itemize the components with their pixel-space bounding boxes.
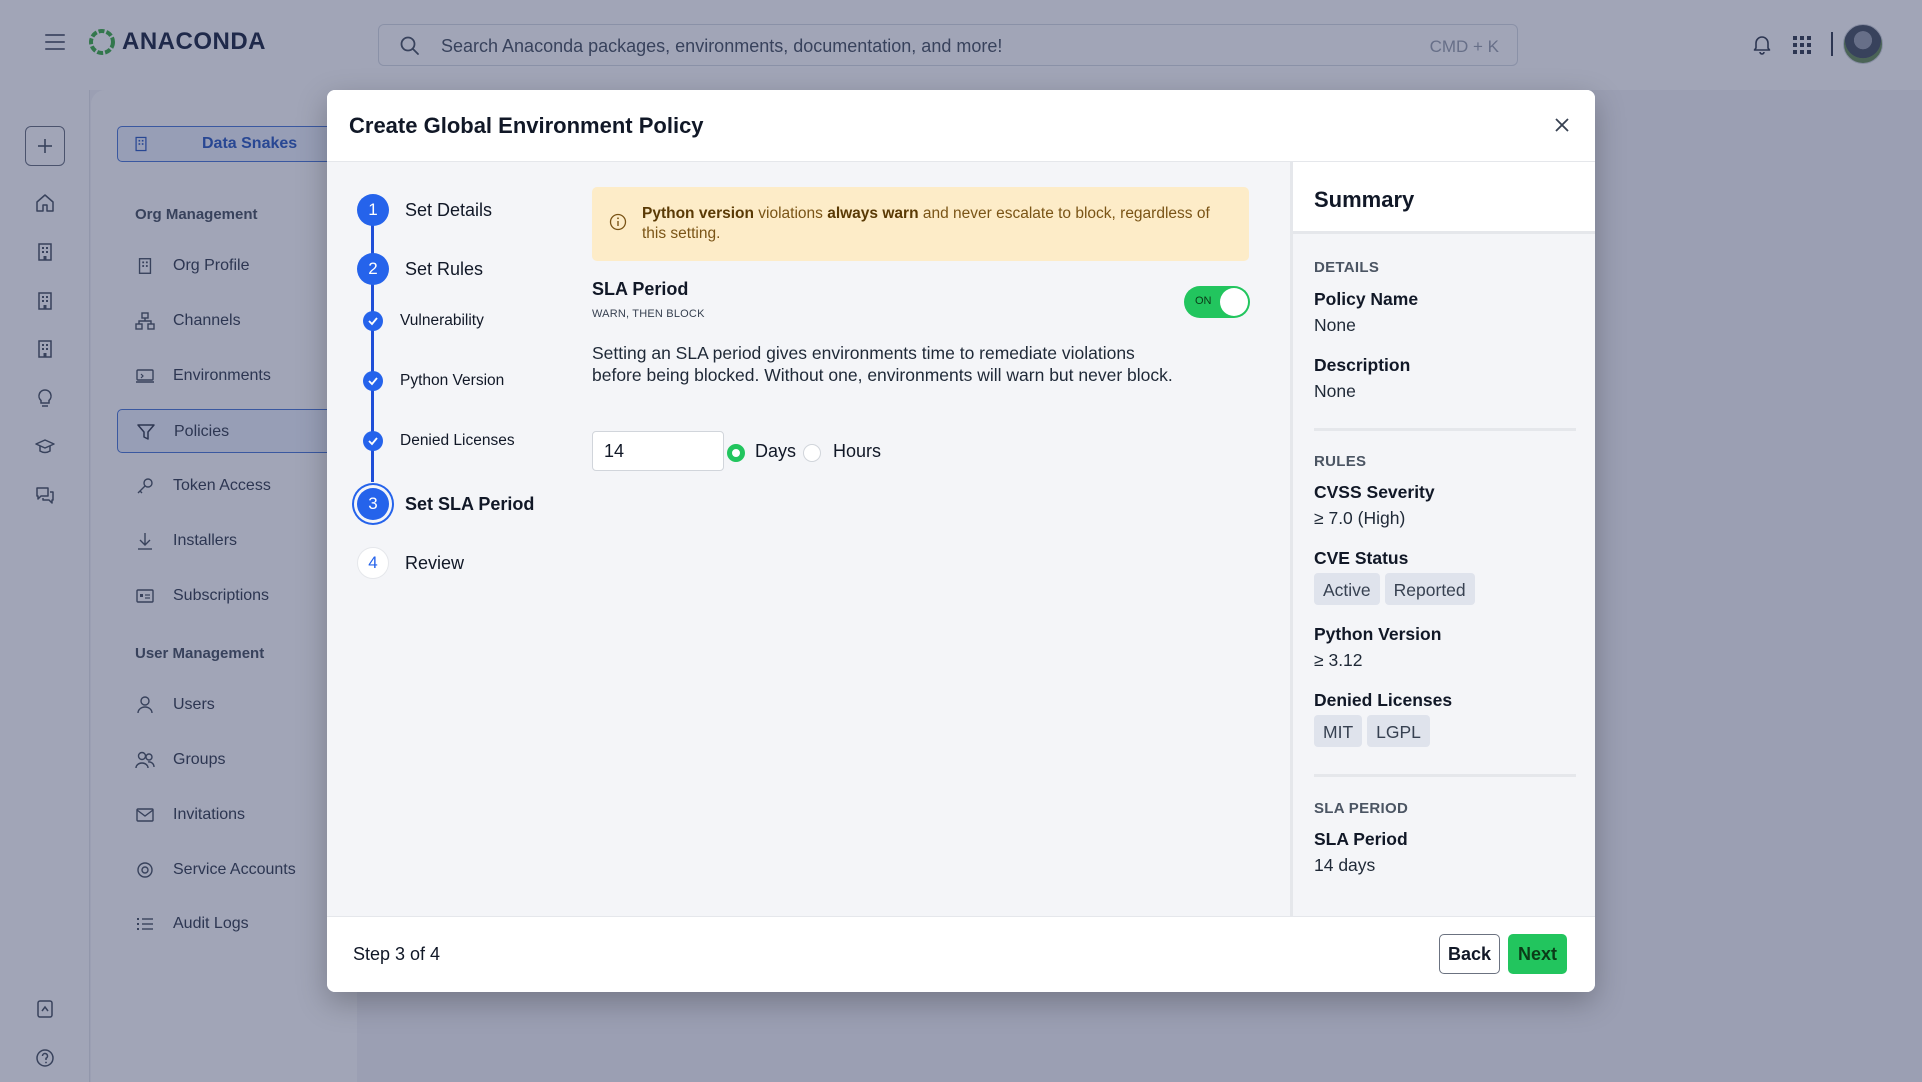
summary-cve-chips: Active Reported — [1314, 573, 1475, 605]
substep-python-version-check — [363, 371, 383, 391]
hours-radio[interactable] — [803, 444, 821, 462]
close-icon — [1555, 118, 1569, 132]
summary-cvss-label: CVSS Severity — [1314, 482, 1435, 502]
check-icon — [368, 377, 378, 386]
summary-python-label: Python Version — [1314, 624, 1442, 644]
chip-lgpl: LGPL — [1367, 715, 1430, 747]
modal-footer: Step 3 of 4 Back Next — [327, 916, 1595, 992]
chip-active: Active — [1314, 573, 1380, 605]
alert-text: Python version violations always warn an… — [642, 204, 1232, 244]
close-button[interactable] — [1549, 112, 1575, 138]
summary-licenses-label: Denied Licenses — [1314, 690, 1453, 710]
step-1-circle[interactable]: 1 — [357, 194, 389, 226]
summary-divider — [1314, 774, 1576, 777]
alert-text-1: violations — [753, 205, 828, 222]
substep-python-version[interactable]: Python Version — [400, 372, 504, 390]
summary-panel: Summary DETAILS Policy Name None Descrip… — [1290, 162, 1595, 916]
modal-title: Create Global Environment Policy — [349, 113, 704, 138]
summary-title: Summary — [1314, 187, 1415, 212]
days-radio-label[interactable]: Days — [755, 441, 796, 462]
create-policy-modal: Create Global Environment Policy 1 Set D… — [327, 90, 1595, 992]
summary-details-heading: DETAILS — [1314, 259, 1380, 276]
sla-duration-input[interactable] — [592, 431, 724, 471]
hours-radio-label[interactable]: Hours — [833, 441, 881, 462]
alert-bold-warn: always warn — [827, 205, 919, 222]
modal-header: Create Global Environment Policy — [327, 90, 1595, 162]
summary-sla-label: SLA Period — [1314, 829, 1408, 849]
substep-vulnerability[interactable]: Vulnerability — [400, 312, 484, 330]
next-button[interactable]: Next — [1508, 934, 1567, 974]
info-icon — [609, 213, 627, 231]
days-radio[interactable] — [727, 444, 745, 462]
step-4-label[interactable]: Review — [405, 553, 464, 574]
sla-step-content: Python version violations always warn an… — [592, 162, 1312, 916]
substep-denied-licenses-check — [363, 431, 383, 451]
python-version-warning: Python version violations always warn an… — [592, 187, 1249, 261]
substep-denied-licenses[interactable]: Denied Licenses — [400, 432, 515, 450]
step-4-circle[interactable]: 4 — [357, 547, 389, 579]
step-3-circle[interactable]: 3 — [357, 488, 389, 520]
step-3-label[interactable]: Set SLA Period — [405, 494, 534, 515]
check-icon — [368, 437, 378, 446]
summary-sla-value: 14 days — [1314, 855, 1376, 875]
toggle-knob — [1220, 288, 1248, 316]
chip-mit: MIT — [1314, 715, 1363, 747]
step-2-circle[interactable]: 2 — [357, 253, 389, 285]
toggle-label: ON — [1195, 295, 1212, 307]
step-2-label[interactable]: Set Rules — [405, 259, 483, 280]
substep-vulnerability-check — [363, 311, 383, 331]
step-indicator: Step 3 of 4 — [353, 944, 441, 964]
chip-reported: Reported — [1384, 573, 1475, 605]
summary-header: Summary — [1293, 162, 1595, 234]
sla-description: Setting an SLA period gives environments… — [592, 343, 1173, 385]
check-icon — [368, 317, 378, 326]
summary-sla-heading: SLA PERIOD — [1314, 800, 1409, 817]
summary-rules-heading: RULES — [1314, 453, 1367, 470]
summary-description-label: Description — [1314, 355, 1411, 375]
summary-cve-label: CVE Status — [1314, 548, 1409, 568]
summary-cvss-value: ≥ 7.0 (High) — [1314, 508, 1406, 528]
sla-period-title: SLA Period — [592, 279, 689, 299]
alert-bold-python: Python version — [642, 205, 754, 222]
summary-license-chips: MIT LGPL — [1314, 715, 1430, 747]
sla-period-subtitle: WARN, THEN BLOCK — [592, 308, 705, 320]
sla-toggle[interactable]: ON — [1184, 286, 1250, 318]
summary-python-value: ≥ 3.12 — [1314, 650, 1363, 670]
summary-policy-name-label: Policy Name — [1314, 289, 1419, 309]
wizard-stepper: 1 Set Details 2 Set Rules Vulnerability … — [327, 162, 557, 916]
step-1-label[interactable]: Set Details — [405, 200, 492, 221]
summary-divider — [1314, 428, 1576, 431]
summary-policy-name-value: None — [1314, 315, 1356, 335]
back-button[interactable]: Back — [1439, 934, 1500, 974]
summary-description-value: None — [1314, 381, 1356, 401]
